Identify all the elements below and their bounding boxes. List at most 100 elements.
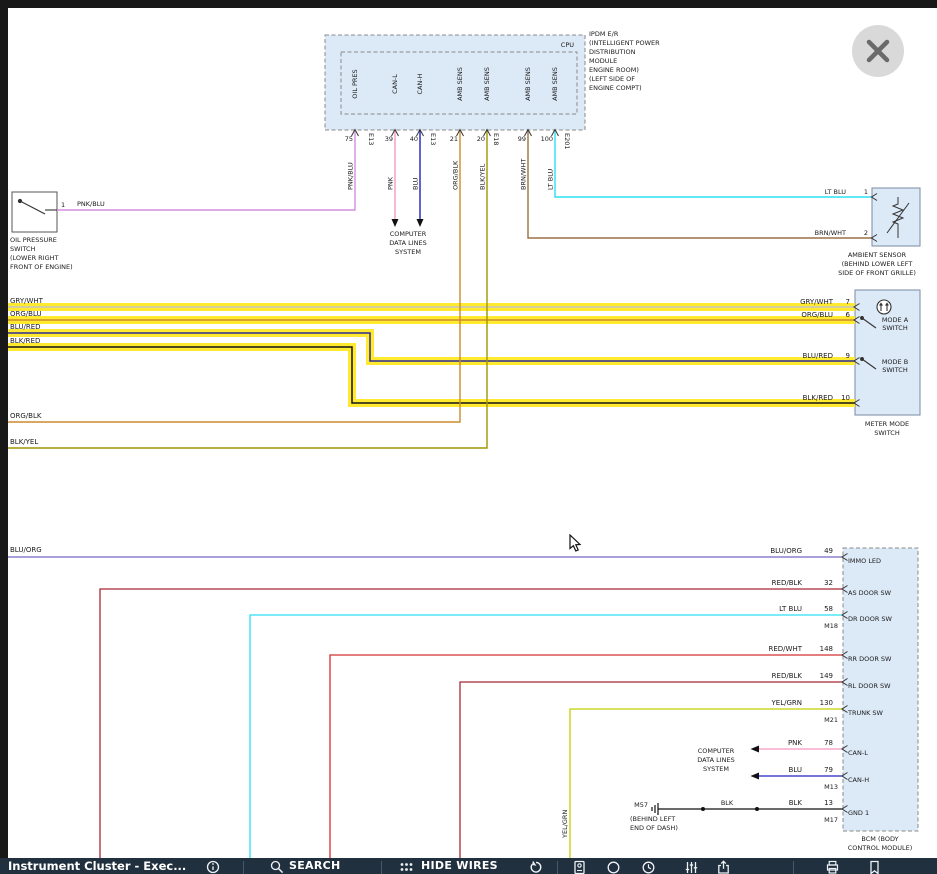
svg-text:SYSTEM: SYSTEM <box>703 765 729 773</box>
diagram-canvas[interactable]: CPU IPDM E/R (INTELLIGENT POWER DISTRIBU… <box>0 0 937 874</box>
info-icon[interactable] <box>206 860 220 874</box>
wire-pnk-blu[interactable] <box>57 130 355 210</box>
sliders-icon[interactable] <box>684 860 699 874</box>
svg-text:CAN-H: CAN-H <box>416 73 424 94</box>
svg-text:SWITCH: SWITCH <box>882 366 908 374</box>
svg-text:13: 13 <box>824 799 833 807</box>
svg-text:IMMO LED: IMMO LED <box>848 557 881 565</box>
hide-wires-icon[interactable] <box>399 860 414 874</box>
ambient-sensor-box[interactable] <box>872 188 920 246</box>
arrow-left-icon <box>751 746 760 753</box>
svg-text:99: 99 <box>518 135 526 143</box>
ambient-wire2-label: BRN/WHT <box>815 229 846 237</box>
svg-text:GND 1: GND 1 <box>848 809 869 817</box>
svg-text:(BEHIND LEFT: (BEHIND LEFT <box>630 815 675 823</box>
svg-text:E13: E13 <box>367 133 375 145</box>
cdl-bottom-label: COMPUTER DATA LINES SYSTEM <box>697 747 734 773</box>
svg-text:BLU/RED: BLU/RED <box>802 352 833 360</box>
svg-text:MODE B: MODE B <box>882 358 908 366</box>
wire-red-blk-as[interactable] <box>100 589 843 860</box>
svg-text:SWITCH: SWITCH <box>10 245 36 253</box>
contact-card-icon[interactable] <box>572 860 587 874</box>
svg-text:21: 21 <box>450 135 458 143</box>
svg-text:58: 58 <box>824 605 833 613</box>
bottom-toolbar: Instrument Cluster - Exec... SEARCH HIDE… <box>0 858 937 874</box>
svg-text:SIDE OF FRONT GRILLE): SIDE OF FRONT GRILLE) <box>838 269 916 277</box>
svg-text:SYSTEM: SYSTEM <box>395 248 421 256</box>
oil-pressure-switch-box[interactable] <box>12 192 57 232</box>
svg-text:BRN/WHT: BRN/WHT <box>520 159 528 190</box>
search-button[interactable]: SEARCH <box>289 859 341 872</box>
oil-switch-wire-label: PNK/BLU <box>77 200 105 208</box>
ipdm-box[interactable] <box>325 35 585 130</box>
svg-text:BLU: BLU <box>412 177 420 190</box>
svg-text:ENGINE COMPT): ENGINE COMPT) <box>589 84 642 92</box>
svg-text:32: 32 <box>824 579 833 587</box>
svg-text:ENGINE ROOM): ENGINE ROOM) <box>589 66 639 74</box>
svg-text:END OF DASH): END OF DASH) <box>630 824 678 832</box>
svg-text:M21: M21 <box>824 716 838 724</box>
svg-text:(LEFT SIDE OF: (LEFT SIDE OF <box>589 75 635 83</box>
svg-text:75: 75 <box>345 135 353 143</box>
bcm-label: BCM (BODY CONTROL MODULE) <box>848 835 913 852</box>
circle-icon[interactable] <box>606 860 621 874</box>
wire-blk-red[interactable] <box>8 347 855 403</box>
wire-org-blk[interactable] <box>8 130 460 422</box>
svg-text:79: 79 <box>824 766 833 774</box>
svg-text:GRY/WHT: GRY/WHT <box>10 297 44 305</box>
svg-text:CONTROL MODULE): CONTROL MODULE) <box>848 844 913 852</box>
svg-text:39: 39 <box>385 135 393 143</box>
svg-text:BLU/ORG: BLU/ORG <box>770 547 802 555</box>
wire-brn-wht[interactable] <box>528 130 872 238</box>
svg-text:M17: M17 <box>824 816 838 824</box>
ipdm-title: IPDM E/R (INTELLIGENT POWER DISTRIBUTION… <box>589 30 660 92</box>
svg-text:BLK/RED: BLK/RED <box>803 394 833 402</box>
svg-text:ORG/BLU: ORG/BLU <box>801 311 833 319</box>
undo-icon[interactable] <box>528 860 542 874</box>
print-icon[interactable] <box>825 860 840 874</box>
ambient-pin2: 2 <box>864 229 868 237</box>
close-button[interactable] <box>852 25 904 77</box>
svg-text:RED/BLK: RED/BLK <box>772 579 803 587</box>
toolbar-separator <box>557 861 558 874</box>
toolbar-separator <box>381 861 382 874</box>
ground-id: M57 <box>634 801 648 809</box>
svg-text:(INTELLIGENT POWER: (INTELLIGENT POWER <box>589 39 660 47</box>
svg-text:BLU: BLU <box>789 766 802 774</box>
svg-text:RL DOOR SW: RL DOOR SW <box>848 682 891 690</box>
save-bookmark-icon[interactable] <box>867 860 882 874</box>
wire-yel-grn[interactable] <box>570 709 843 860</box>
svg-text:METER MODE: METER MODE <box>865 420 909 428</box>
ambient-pin1: 1 <box>864 188 868 196</box>
svg-text:BLK/RED: BLK/RED <box>10 337 40 345</box>
svg-text:M13: M13 <box>824 783 838 791</box>
share-icon[interactable] <box>716 860 731 874</box>
ambient-label: AMBIENT SENSOR (BEHIND LOWER LEFT SIDE O… <box>838 251 916 277</box>
oil-switch-pin: 1 <box>61 201 65 209</box>
svg-text:BCM (BODY: BCM (BODY <box>861 835 898 843</box>
search-icon[interactable] <box>270 860 284 874</box>
svg-text:AS DOOR SW: AS DOOR SW <box>848 589 892 597</box>
svg-text:148: 148 <box>820 645 833 653</box>
svg-text:20: 20 <box>477 135 485 143</box>
ground-location-label: (BEHIND LEFT END OF DASH) <box>630 815 678 832</box>
cdl-bottom-arrows <box>751 746 760 780</box>
wire-red-wht-rr[interactable] <box>330 655 843 860</box>
ipdm-wire-name-labels: PNK/BLU PNK BLU ORG/BLK BLK/YEL BRN/WHT … <box>347 159 555 190</box>
svg-text:RED/BLK: RED/BLK <box>772 672 803 680</box>
wire-lt-blu[interactable] <box>555 130 872 197</box>
svg-text:CAN-L: CAN-L <box>848 749 868 757</box>
hide-wires-button[interactable]: HIDE WIRES <box>421 859 498 872</box>
svg-text:AMBIENT SENSOR: AMBIENT SENSOR <box>848 251 907 259</box>
svg-text:7: 7 <box>846 298 850 306</box>
wire-lt-blu-dr[interactable] <box>250 615 843 860</box>
svg-text:DATA LINES: DATA LINES <box>389 239 426 247</box>
arrow-left-icon <box>751 773 760 780</box>
svg-text:RED/WHT: RED/WHT <box>769 645 803 653</box>
bcm-left-label: BLU/ORG <box>10 546 42 554</box>
svg-text:M18: M18 <box>824 622 838 630</box>
svg-text:E13: E13 <box>429 133 437 145</box>
history-clock-icon[interactable] <box>641 860 656 874</box>
svg-text:149: 149 <box>820 672 833 680</box>
svg-text:COMPUTER: COMPUTER <box>390 230 427 238</box>
